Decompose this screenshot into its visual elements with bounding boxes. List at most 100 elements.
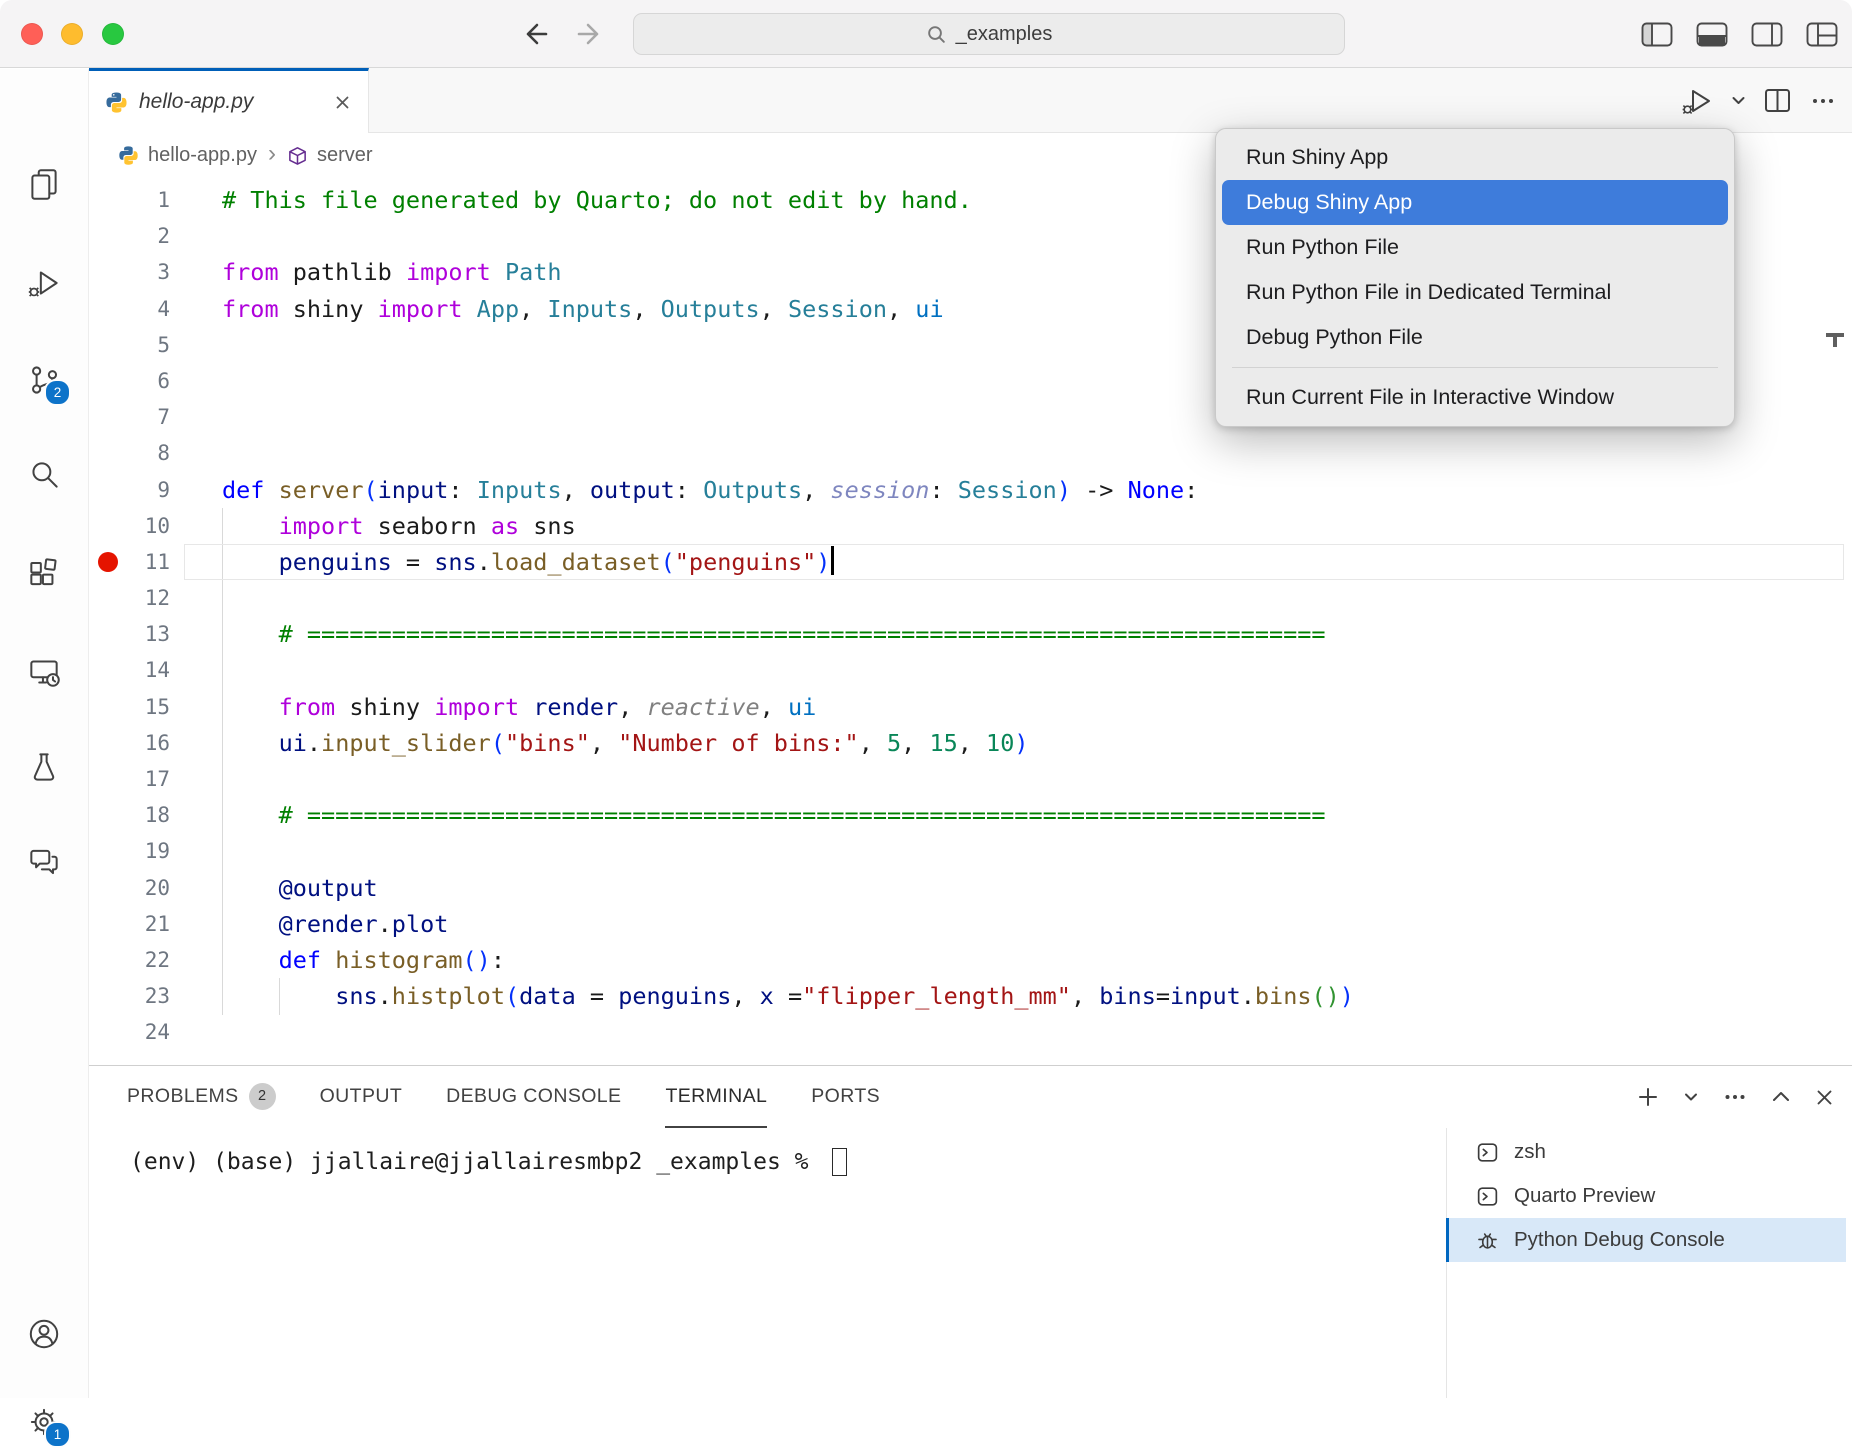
panel-tab-problems[interactable]: PROBLEMS2	[127, 1066, 276, 1128]
terminal-session-python-debug-console[interactable]: Python Debug Console	[1446, 1218, 1846, 1262]
source-control-icon[interactable]: 2	[25, 361, 63, 399]
minimize-window-button[interactable]	[61, 23, 83, 45]
editor-gutter[interactable]: 18	[89, 797, 222, 833]
layout-sidebar-right-icon[interactable]	[1751, 22, 1783, 47]
run-and-debug-icon[interactable]	[25, 264, 63, 302]
code-text[interactable]: import seaborn as sns	[222, 508, 1852, 544]
code-text[interactable]: @render.plot	[222, 906, 1852, 942]
editor-gutter[interactable]: 6	[89, 363, 222, 399]
editor-gutter[interactable]: 23	[89, 978, 222, 1014]
code-text[interactable]: # ======================================…	[222, 616, 1852, 652]
code-line[interactable]: 12	[89, 580, 1852, 616]
customize-layout-icon[interactable]	[1806, 22, 1838, 47]
terminal-output[interactable]: (env) (base) jjallaire@jjallairesmbp2 _e…	[130, 1148, 847, 1176]
code-line[interactable]: 9def server(input: Inputs, output: Outpu…	[89, 472, 1852, 508]
editor-gutter[interactable]: 19	[89, 833, 222, 869]
code-text[interactable]	[222, 761, 1852, 797]
code-text[interactable]: ui.input_slider("bins", "Number of bins:…	[222, 725, 1852, 761]
panel-tab-output[interactable]: OUTPUT	[320, 1066, 403, 1128]
command-center-search[interactable]: _examples	[633, 13, 1345, 55]
code-line[interactable]: 10 import seaborn as sns	[89, 508, 1852, 544]
code-text[interactable]	[222, 580, 1852, 616]
editor-gutter[interactable]: 11	[89, 544, 222, 580]
editor-gutter[interactable]: 24	[89, 1014, 222, 1050]
editor-gutter[interactable]: 12	[89, 580, 222, 616]
code-text[interactable]: sns.histplot(data = penguins, x ="flippe…	[222, 978, 1852, 1014]
menu-item-debug-python-file[interactable]: Debug Python File	[1222, 315, 1728, 360]
terminal-dropdown-chevron-icon[interactable]	[1682, 1088, 1700, 1106]
code-line[interactable]: 14	[89, 652, 1852, 688]
breadcrumb-symbol[interactable]: server	[317, 144, 373, 167]
layout-panel-icon[interactable]	[1696, 22, 1728, 47]
editor-gutter[interactable]: 21	[89, 906, 222, 942]
editor-gutter[interactable]: 8	[89, 435, 222, 471]
code-text[interactable]: def server(input: Inputs, output: Output…	[222, 472, 1852, 508]
settings-gear-icon[interactable]: 1	[25, 1403, 63, 1441]
run-dropdown-chevron-icon[interactable]	[1730, 92, 1747, 109]
menu-item-run-python-file[interactable]: Run Python File	[1222, 225, 1728, 270]
menu-item-run-current-file-in-interactive-window[interactable]: Run Current File in Interactive Window	[1222, 375, 1728, 420]
testing-icon[interactable]	[25, 748, 63, 786]
split-editor-icon[interactable]	[1762, 85, 1793, 116]
editor-gutter[interactable]: 17	[89, 761, 222, 797]
forward-button[interactable]	[573, 17, 607, 51]
code-line[interactable]: 18 # ===================================…	[89, 797, 1852, 833]
explorer-icon[interactable]	[25, 165, 63, 203]
code-line[interactable]: 11 penguins = sns.load_dataset("penguins…	[89, 544, 1852, 580]
code-line[interactable]: 8	[89, 435, 1852, 471]
code-line[interactable]: 20 @output	[89, 870, 1852, 906]
editor-gutter[interactable]: 4	[89, 291, 222, 327]
menu-item-run-python-file-in-dedicated-terminal[interactable]: Run Python File in Dedicated Terminal	[1222, 270, 1728, 315]
editor-gutter[interactable]: 13	[89, 616, 222, 652]
extensions-icon[interactable]	[25, 554, 63, 592]
code-line[interactable]: 13 # ===================================…	[89, 616, 1852, 652]
code-line[interactable]: 15 from shiny import render, reactive, u…	[89, 689, 1852, 725]
code-text[interactable]: def histogram():	[222, 942, 1852, 978]
close-window-button[interactable]	[21, 23, 43, 45]
maximize-panel-icon[interactable]	[1770, 1086, 1792, 1108]
editor-gutter[interactable]: 3	[89, 254, 222, 290]
chat-icon[interactable]	[25, 843, 63, 881]
editor-tab-hello-app[interactable]: hello-app.py	[89, 68, 369, 133]
editor-gutter[interactable]: 15	[89, 689, 222, 725]
menu-item-run-shiny-app[interactable]: Run Shiny App	[1222, 135, 1728, 180]
terminal-session-quarto-preview[interactable]: Quarto Preview	[1446, 1174, 1846, 1218]
code-text[interactable]	[222, 652, 1852, 688]
panel-tab-ports[interactable]: PORTS	[811, 1066, 880, 1128]
editor-gutter[interactable]: 14	[89, 652, 222, 688]
back-button[interactable]	[518, 17, 552, 51]
panel-more-actions-icon[interactable]	[1721, 1083, 1749, 1111]
editor-gutter[interactable]: 7	[89, 399, 222, 435]
search-sidebar-icon[interactable]	[25, 456, 63, 494]
run-or-debug-button[interactable]	[1679, 83, 1715, 119]
close-tab-icon[interactable]	[333, 93, 352, 112]
code-line[interactable]: 22 def histogram():	[89, 942, 1852, 978]
new-terminal-icon[interactable]	[1635, 1084, 1661, 1110]
close-panel-icon[interactable]	[1813, 1086, 1836, 1109]
code-line[interactable]: 19	[89, 833, 1852, 869]
editor-more-actions-icon[interactable]	[1808, 86, 1838, 116]
editor-gutter[interactable]: 22	[89, 942, 222, 978]
code-text[interactable]: penguins = sns.load_dataset("penguins")	[222, 544, 1852, 580]
code-text[interactable]: # ======================================…	[222, 797, 1852, 833]
breadcrumb-file[interactable]: hello-app.py	[148, 144, 257, 167]
zoom-window-button[interactable]	[102, 23, 124, 45]
editor-gutter[interactable]: 10	[89, 508, 222, 544]
layout-sidebar-left-icon[interactable]	[1641, 22, 1673, 47]
terminal-session-zsh[interactable]: zsh	[1446, 1130, 1846, 1174]
code-text[interactable]	[222, 1014, 1852, 1050]
code-text[interactable]: from shiny import render, reactive, ui	[222, 689, 1852, 725]
code-line[interactable]: 23 sns.histplot(data = penguins, x ="fli…	[89, 978, 1852, 1014]
code-line[interactable]: 17	[89, 761, 1852, 797]
code-text[interactable]: @output	[222, 870, 1852, 906]
editor-gutter[interactable]: 5	[89, 327, 222, 363]
remote-explorer-icon[interactable]	[25, 653, 63, 691]
editor-gutter[interactable]: 20	[89, 870, 222, 906]
code-line[interactable]: 24	[89, 1014, 1852, 1050]
code-line[interactable]: 16 ui.input_slider("bins", "Number of bi…	[89, 725, 1852, 761]
editor-gutter[interactable]: 2	[89, 218, 222, 254]
code-line[interactable]: 21 @render.plot	[89, 906, 1852, 942]
editor-gutter[interactable]: 9	[89, 472, 222, 508]
menu-item-debug-shiny-app[interactable]: Debug Shiny App	[1222, 180, 1728, 225]
breakpoint-dot[interactable]	[98, 552, 118, 572]
